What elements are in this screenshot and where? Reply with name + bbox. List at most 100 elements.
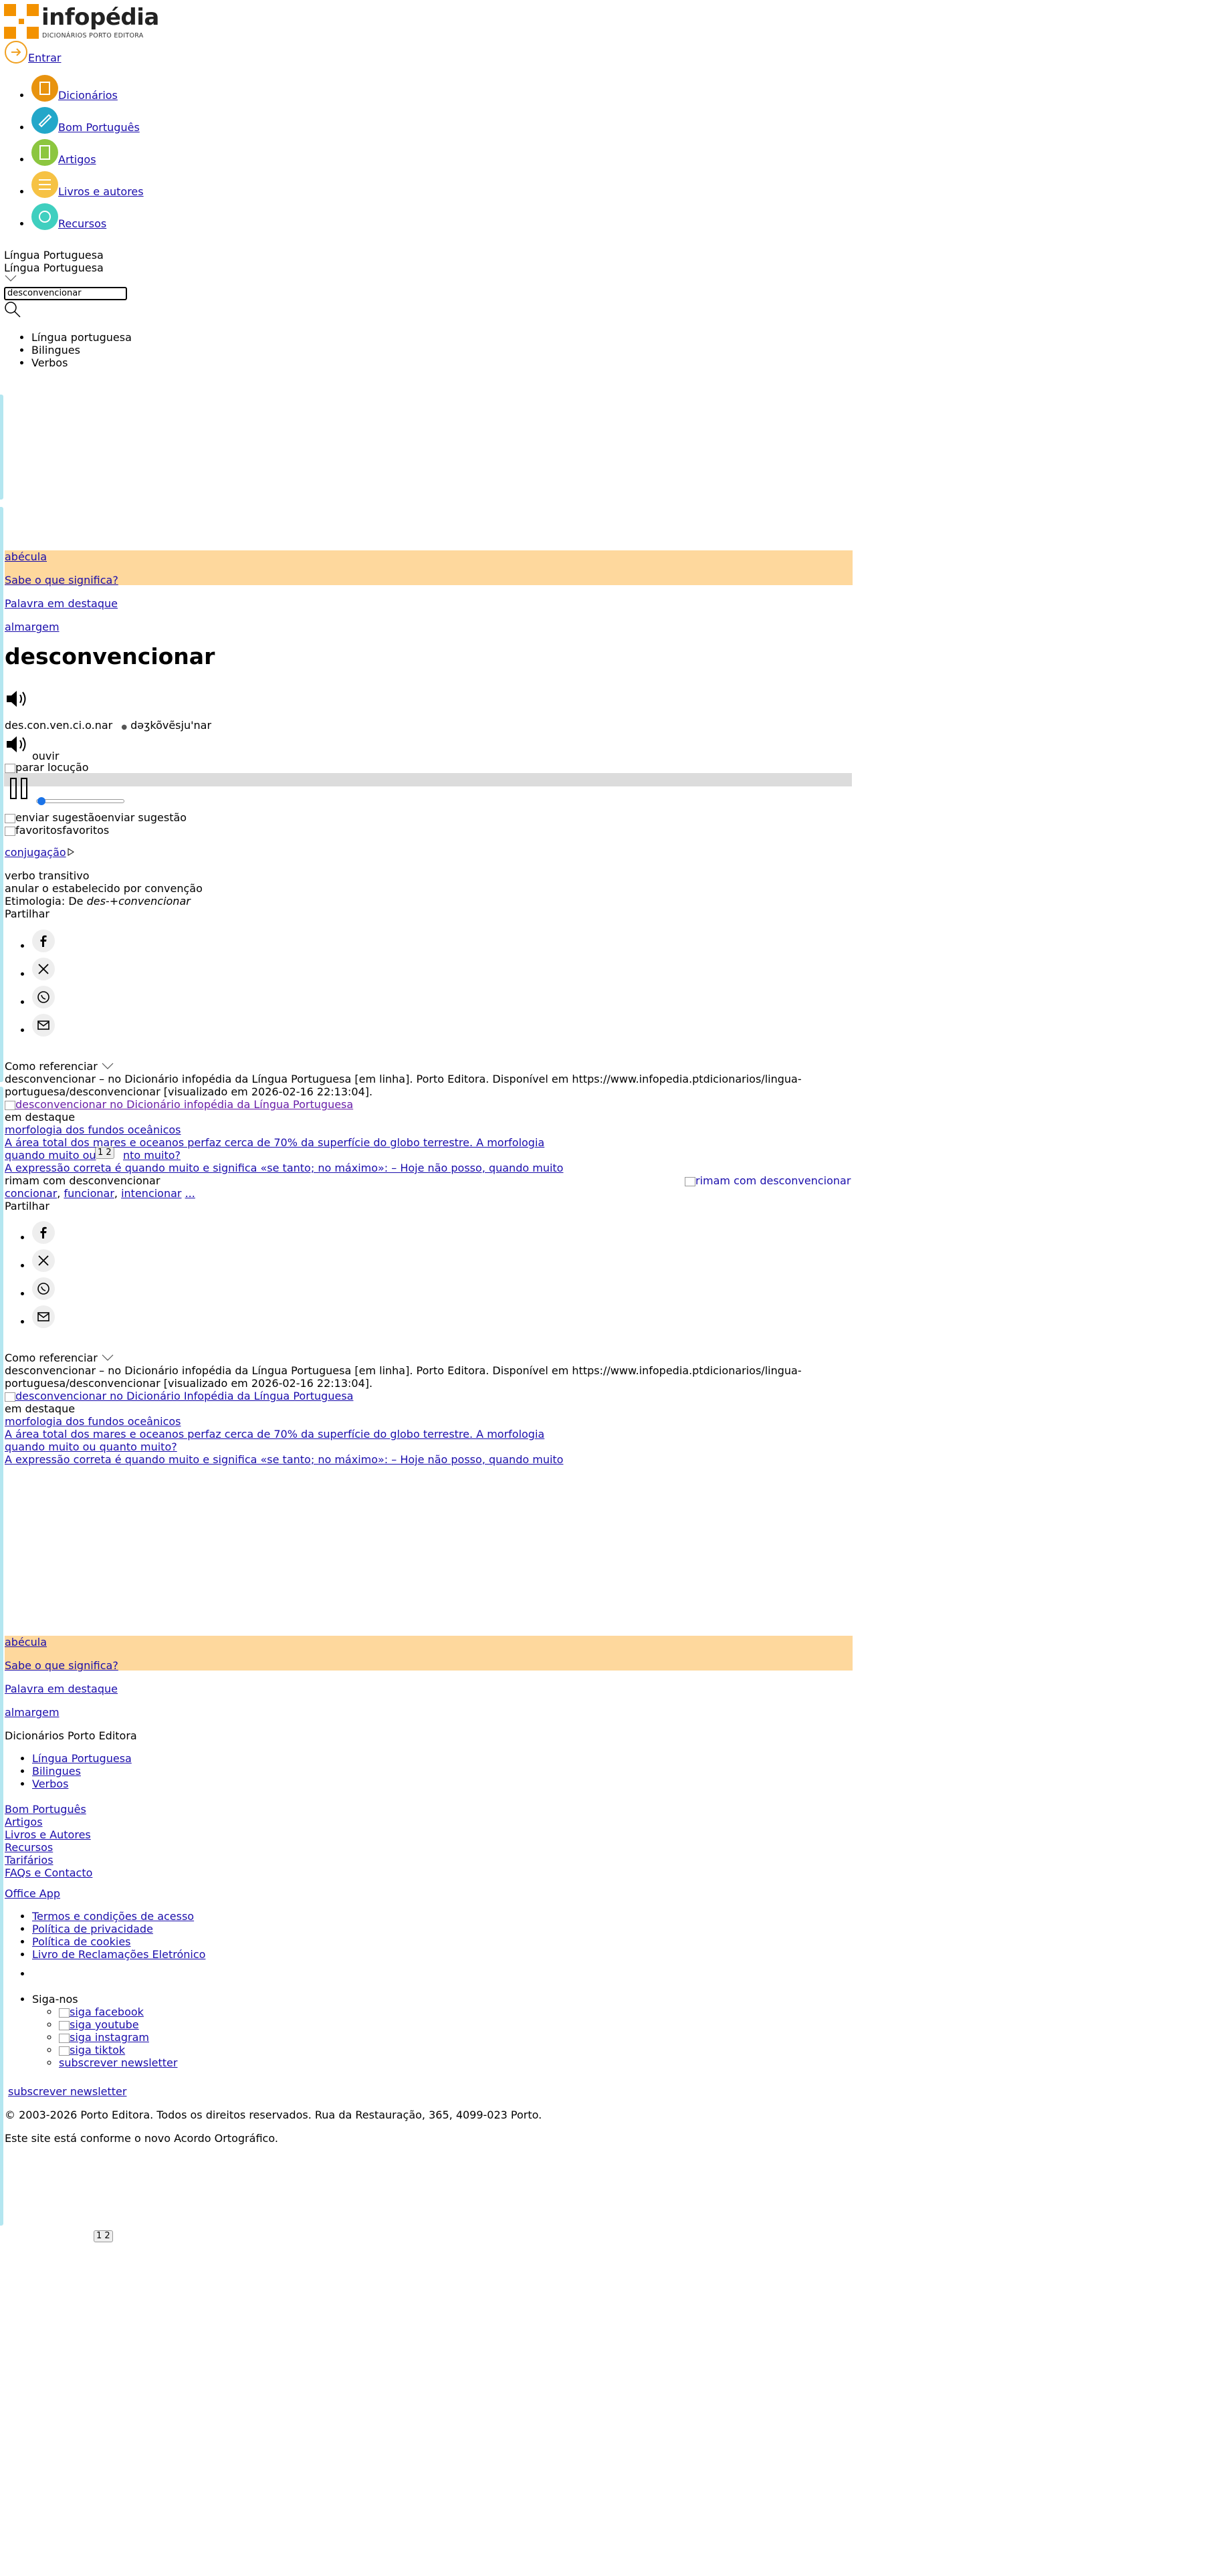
conjugation-link[interactable]: conjugação — [5, 846, 74, 859]
featured-question-snippet[interactable]: A expressão correta é quando muito e sig… — [5, 1453, 563, 1466]
footer-link[interactable]: Bilingues — [32, 1765, 132, 1778]
featured-snippet[interactable]: A área total dos mares e oceanos perfaz … — [5, 1136, 544, 1149]
suggest-button[interactable]: enviar sugestãoenviar sugestão — [5, 811, 187, 824]
footer-dict-links: Língua Portuguesa Bilingues Verbos — [5, 1752, 132, 1790]
citation-line-1: desconvencionar – no Dicionário infopédi… — [5, 1364, 802, 1377]
pause-icon[interactable] — [7, 776, 33, 802]
footer-empty-list — [5, 1967, 35, 1980]
x-icon[interactable] — [32, 1249, 55, 1272]
office-app-link[interactable]: Office App — [5, 1887, 60, 1900]
social-tiktok[interactable]: siga tiktok — [59, 2044, 177, 2056]
legal-link[interactable]: Política de privacidade — [32, 1923, 205, 1935]
promo-sabe[interactable]: Sabe o que significa? — [5, 1659, 118, 1672]
rhyme-item[interactable]: funcionar — [64, 1187, 114, 1200]
citation-image-link[interactable]: desconvencionar no Dicionário infopédia … — [5, 1098, 353, 1111]
newsletter-item[interactable]: subscrever newsletter — [59, 2056, 177, 2069]
infopedia-logo[interactable]: infopédia DICIONÁRIOS PORTO EDITORA — [4, 4, 159, 39]
share-x[interactable] — [32, 958, 55, 986]
whatsapp-icon[interactable] — [32, 1277, 55, 1300]
featured-snippet[interactable]: A área total dos mares e oceanos perfaz … — [5, 1428, 544, 1440]
facebook-icon[interactable] — [32, 930, 55, 952]
footer-link[interactable]: Verbos — [32, 1778, 132, 1790]
featured-title[interactable]: morfologia dos fundos oceânicos — [5, 1415, 181, 1428]
nav-item-dicionarios[interactable]: Dicionários — [31, 75, 144, 107]
email-icon[interactable] — [32, 1014, 55, 1037]
featured-question-snippet[interactable]: A expressão correta é quando muito e sig… — [5, 1162, 563, 1174]
etymology: Etimologia: De des-+convencionar — [5, 895, 191, 907]
legal-link[interactable]: Livro de Reclamações Eletrónico — [32, 1948, 205, 1961]
share-whatsapp[interactable] — [32, 986, 55, 1014]
promo-sabe[interactable]: Sabe o que significa? — [5, 574, 118, 586]
how-to-cite[interactable]: Como referenciar — [5, 1352, 114, 1364]
featured-pager[interactable]: 1 2 — [95, 1145, 114, 1159]
share-facebook[interactable] — [32, 1221, 55, 1249]
login-link[interactable]: Entrar — [4, 40, 61, 64]
social-instagram[interactable]: siga instagram — [59, 2031, 177, 2044]
option-lingua-portuguesa[interactable]: Língua portuguesa — [31, 331, 132, 344]
whatsapp-icon[interactable] — [32, 986, 55, 1008]
citation-image-link[interactable]: desconvencionar no Dicionário Infopédia … — [5, 1390, 353, 1402]
login-label[interactable]: Entrar — [28, 51, 61, 64]
audio-slider[interactable] — [36, 797, 124, 805]
option-bilingues[interactable]: Bilingues — [31, 344, 132, 356]
promo-palavra[interactable]: Palavra em destaque — [5, 1683, 118, 1695]
rhyme-item[interactable]: concionar — [5, 1187, 57, 1200]
promo-abecula[interactable]: abécula — [5, 1636, 47, 1648]
facebook-icon[interactable] — [32, 1221, 55, 1244]
legal-link[interactable]: Termos e condições de acesso — [32, 1910, 205, 1923]
audio-progress — [4, 773, 852, 786]
share-email[interactable] — [32, 1014, 55, 1042]
nav-item-artigos[interactable]: Artigos — [31, 139, 144, 171]
speaker-icon[interactable] — [5, 689, 30, 709]
follow-us: Siga-nos siga facebook siga youtube siga… — [5, 1993, 177, 2069]
featured-question-title-a[interactable]: quando muito ou — [5, 1149, 96, 1162]
featured-title[interactable]: morfologia dos fundos oceânicos — [5, 1123, 181, 1136]
slider-thumb[interactable] — [37, 797, 45, 805]
rhymes-more-link[interactable]: ... — [185, 1187, 195, 1200]
resources-icon — [31, 203, 58, 230]
login-icon — [5, 41, 27, 64]
syllables: des.con.ven.ci.o.nar ● dəʒkõvẽsju'nar — [5, 719, 211, 734]
share-x[interactable] — [32, 1249, 55, 1277]
share-whatsapp[interactable] — [32, 1277, 55, 1305]
nav-item-recursos[interactable]: Recursos — [31, 203, 144, 235]
promo-palavra[interactable]: Palavra em destaque — [5, 597, 118, 610]
share-email[interactable] — [32, 1305, 55, 1333]
nav-item-livros-autores[interactable]: Livros e autores — [31, 171, 144, 203]
chevron-down-icon — [102, 1354, 114, 1361]
chevron-down-icon — [102, 1063, 114, 1069]
social-facebook[interactable]: siga facebook — [59, 2006, 177, 2018]
search-icon[interactable] — [4, 301, 21, 318]
share-facebook[interactable] — [32, 930, 55, 958]
broken-image-icon — [5, 813, 15, 823]
newsletter-link[interactable]: subscrever newsletter — [5, 2085, 126, 2098]
bom-portugues-icon — [31, 107, 58, 134]
share-list — [5, 930, 55, 1042]
featured-question-title-b[interactable]: nto muito? — [123, 1149, 181, 1162]
promo-abecula[interactable]: abécula — [5, 550, 47, 563]
chevron-down-icon[interactable] — [4, 274, 17, 282]
promo-almargem[interactable]: almargem — [5, 1706, 60, 1719]
social-youtube[interactable]: siga youtube — [59, 2018, 177, 2031]
speaker-icon[interactable] — [5, 734, 30, 754]
footer-link[interactable]: Língua Portuguesa — [32, 1752, 132, 1765]
rhymes-list: concionar, funcionar, intencionar ... — [5, 1187, 195, 1200]
nav-item-bom-portugues[interactable]: Bom Português — [31, 107, 144, 139]
rhyme-item[interactable]: intencionar — [121, 1187, 181, 1200]
stop-pronunciation[interactable]: parar locução — [5, 761, 89, 774]
dot-separator: ● — [121, 724, 128, 731]
bottom-pager[interactable]: 1 2 — [94, 2228, 113, 2242]
featured-question-title[interactable]: quando muito ou quanto muito? — [5, 1440, 177, 1453]
search-input[interactable]: desconvencionar — [4, 287, 127, 300]
legal-link[interactable]: Política de cookies — [32, 1935, 205, 1948]
favorites-button[interactable]: favoritosfavoritos — [5, 824, 109, 837]
dictionary-options: Língua portuguesa Bilingues Verbos — [4, 331, 132, 369]
how-to-cite[interactable]: Como referenciar — [5, 1060, 114, 1073]
broken-image-icon — [5, 1100, 15, 1110]
option-verbos[interactable]: Verbos — [31, 356, 132, 369]
x-icon[interactable] — [32, 958, 55, 980]
email-icon[interactable] — [32, 1305, 55, 1328]
promo-almargem[interactable]: almargem — [5, 621, 60, 633]
broken-image-icon — [5, 826, 15, 836]
dictionary-select[interactable]: Língua Portuguesa — [4, 261, 104, 274]
